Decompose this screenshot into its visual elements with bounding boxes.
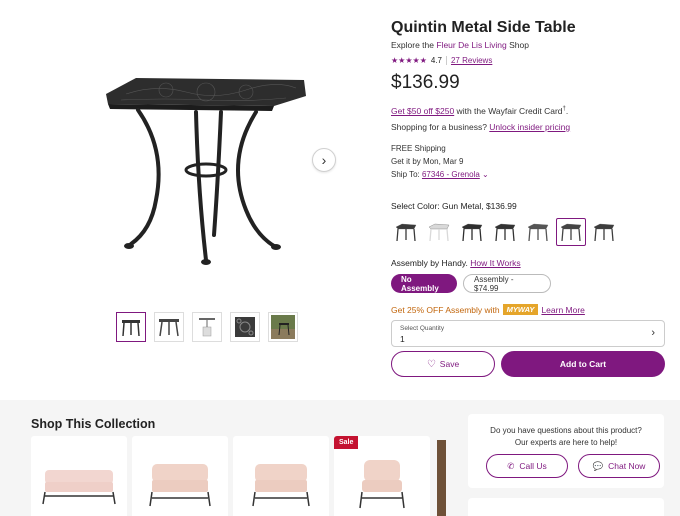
chevron-right-icon: ›	[321, 152, 327, 168]
product-section: › Quintin Metal Side Table Explore the F…	[0, 0, 680, 400]
myway-badge: MYWAY	[502, 304, 539, 315]
call-us-button[interactable]: ✆ Call Us	[486, 454, 568, 478]
color-swatch-charcoal[interactable]	[589, 218, 619, 246]
table-icon	[122, 320, 140, 337]
color-label: Select Color: Gun Metal, $136.99	[391, 201, 517, 211]
assembly-label: Assembly by Handy. How It Works	[391, 258, 521, 268]
table-icon	[428, 223, 450, 242]
assembly-options: No Assembly Assembly - $74.99	[391, 274, 551, 293]
thumbnail-5[interactable]	[268, 312, 298, 342]
collection-card-peek	[437, 440, 446, 516]
add-to-cart-button[interactable]: Add to Cart	[501, 351, 665, 377]
divider	[445, 56, 447, 65]
sofa-image	[42, 470, 116, 505]
save-button[interactable]: ♡ Save	[391, 351, 495, 377]
gallery-thumbnails	[116, 312, 298, 342]
rating-value: 4.7	[430, 56, 442, 65]
thumbnail-1[interactable]	[116, 312, 146, 342]
loveseat-image	[149, 464, 211, 507]
help-buttons: ✆ Call Us 💬 Chat Now	[486, 454, 660, 478]
color-swatches	[391, 218, 619, 246]
delivery-date: Get it by Mon, Mar 9	[391, 156, 464, 166]
loveseat-image	[252, 464, 310, 507]
collection-title: Shop This Collection	[31, 417, 156, 431]
chevron-down-icon[interactable]: ⌄	[482, 170, 489, 179]
tabletop-icon	[235, 317, 255, 337]
product-price: $136.99	[391, 72, 460, 93]
credit-offer: Get $50 off $250 with the Wayfair Credit…	[391, 105, 569, 116]
collection-card-loveseat-2[interactable]	[233, 436, 329, 516]
secondary-panel	[468, 498, 664, 516]
product-main-image[interactable]	[96, 70, 316, 270]
color-swatch-gray[interactable]	[523, 218, 553, 246]
business-offer: Shopping for a business? Unlock insider …	[391, 121, 571, 132]
gallery-next-button[interactable]: ›	[312, 148, 336, 172]
table-icon	[494, 223, 516, 242]
quantity-value: 1	[400, 334, 405, 344]
quantity-label: Select Quantity	[400, 325, 445, 332]
thumbnail-2[interactable]	[154, 312, 184, 342]
free-shipping: FREE Shipping	[391, 143, 446, 153]
chat-now-button[interactable]: 💬 Chat Now	[578, 454, 660, 478]
table-icon	[199, 318, 215, 337]
assembly-option[interactable]: Assembly - $74.99	[463, 274, 551, 293]
thumbnail-4[interactable]	[230, 312, 260, 342]
explore-shop: Explore the Fleur De Lis Living Shop	[391, 40, 529, 50]
product-title: Quintin Metal Side Table	[391, 19, 576, 36]
chevron-right-icon: ›	[651, 327, 655, 339]
star-rating-icon: ★★★★★	[391, 56, 427, 65]
heart-icon: ♡	[426, 358, 436, 370]
ship-to: Ship To: 67346 - Grenola ⌄	[391, 169, 489, 179]
phone-icon: ✆	[507, 460, 515, 471]
lifestyle-icon	[271, 315, 295, 339]
no-assembly-option[interactable]: No Assembly	[391, 274, 457, 293]
color-swatch-white[interactable]	[424, 218, 454, 246]
table-icon	[560, 223, 582, 242]
quantity-select[interactable]: Select Quantity 1 ›	[391, 320, 665, 347]
color-swatch-gun-metal[interactable]	[556, 218, 586, 246]
learn-more-link[interactable]: Learn More	[541, 305, 584, 315]
collection-card-sofa[interactable]	[31, 436, 127, 516]
table-icon	[527, 223, 549, 242]
sale-badge: Sale	[334, 436, 359, 449]
credit-offer-link[interactable]: Get $50 off $250	[391, 106, 454, 116]
help-question: Do you have questions about this product…	[490, 426, 642, 447]
table-icon	[395, 223, 417, 242]
shipping-info: FREE Shipping Get it by Mon, Mar 9 Ship …	[391, 142, 667, 181]
chair-image	[359, 460, 405, 509]
collection-card-chair[interactable]: Sale	[334, 436, 430, 516]
insider-pricing-link[interactable]: Unlock insider pricing	[489, 122, 570, 132]
rating-row: ★★★★★ 4.7 27 Reviews	[391, 56, 667, 65]
assembly-promo: Get 25% OFF Assembly with MYWAY Learn Mo…	[391, 304, 585, 315]
product-info: Quintin Metal Side Table Explore the Fle…	[391, 18, 667, 181]
collection-card-loveseat[interactable]	[132, 436, 228, 516]
table-icon	[593, 223, 615, 242]
table-icon	[461, 223, 483, 242]
color-swatch-black-2[interactable]	[490, 218, 520, 246]
zip-link[interactable]: 67346 - Grenola	[422, 170, 480, 179]
color-swatch-black[interactable]	[457, 218, 487, 246]
how-it-works-link[interactable]: How It Works	[470, 258, 520, 268]
color-swatch-dark[interactable]	[391, 218, 421, 246]
help-panel: Do you have questions about this product…	[468, 414, 664, 488]
chat-icon: 💬	[592, 460, 604, 471]
table-icon	[159, 319, 179, 337]
thumbnail-3[interactable]	[192, 312, 222, 342]
brand-link[interactable]: Fleur De Lis Living	[436, 40, 506, 50]
reviews-link[interactable]: 27 Reviews	[451, 56, 492, 65]
